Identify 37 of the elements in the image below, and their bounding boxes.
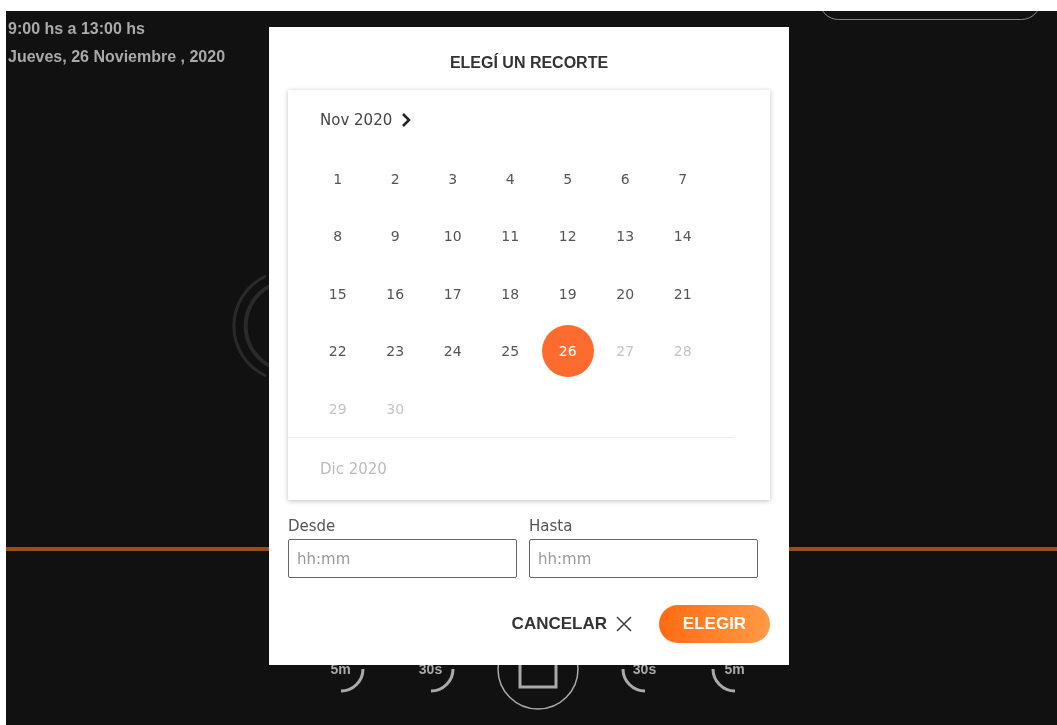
calendar-day[interactable]: 18	[484, 267, 537, 320]
calendar-day[interactable]: 10	[426, 210, 479, 263]
calendar-day[interactable]: 24	[426, 325, 479, 378]
calendar-day[interactable]: 23	[369, 325, 422, 378]
date-text: Jueves, 26 Noviembre , 2020	[8, 48, 226, 66]
close-icon	[615, 615, 633, 633]
calendar-day[interactable]: 4	[484, 152, 537, 205]
calendar-day[interactable]: 15	[311, 267, 364, 320]
chevron-right-icon[interactable]	[400, 113, 413, 127]
calendar-day[interactable]: 3	[426, 152, 479, 205]
calendar-day[interactable]: 16	[369, 267, 422, 320]
time-input[interactable]: hh:mm	[288, 539, 517, 578]
calendar-day[interactable]: 8	[311, 210, 364, 263]
time-range: 9:00 hs a 13:00 hs	[8, 20, 145, 38]
calendar-day[interactable]: 5	[541, 152, 594, 205]
calendar-day[interactable]: 25	[484, 325, 537, 378]
cancel-button[interactable]: CANCELAR	[511, 614, 633, 634]
dialog-title: ELEGÍ UN RECORTE	[448, 52, 610, 73]
calendar-day[interactable]: 22	[311, 325, 364, 378]
calendar-day[interactable]: 17	[426, 267, 479, 320]
calendar-day[interactable]: 21	[656, 267, 709, 320]
calendar-day[interactable]: 11	[484, 210, 537, 263]
field-label: Hasta	[529, 517, 574, 535]
calendar-day[interactable]: 6	[599, 152, 652, 205]
calendar-day[interactable]: 12	[541, 210, 594, 263]
calendar-day[interactable]: 19	[541, 267, 594, 320]
field-label: Desde	[288, 517, 337, 535]
calendar-day[interactable]: 14	[656, 210, 709, 263]
calendar-day[interactable]: 20	[599, 267, 652, 320]
month-label: Dic 2020	[319, 459, 388, 480]
calendar-day[interactable]: 2	[369, 152, 422, 205]
calendar-day[interactable]: 7	[656, 152, 709, 205]
calendar-day[interactable]: 1	[311, 152, 364, 205]
calendar-day[interactable]: 13	[599, 210, 652, 263]
month-label: Nov 2020	[320, 111, 393, 129]
calendar-day[interactable]: 9	[369, 210, 422, 263]
time-input[interactable]: hh:mm	[529, 539, 758, 578]
